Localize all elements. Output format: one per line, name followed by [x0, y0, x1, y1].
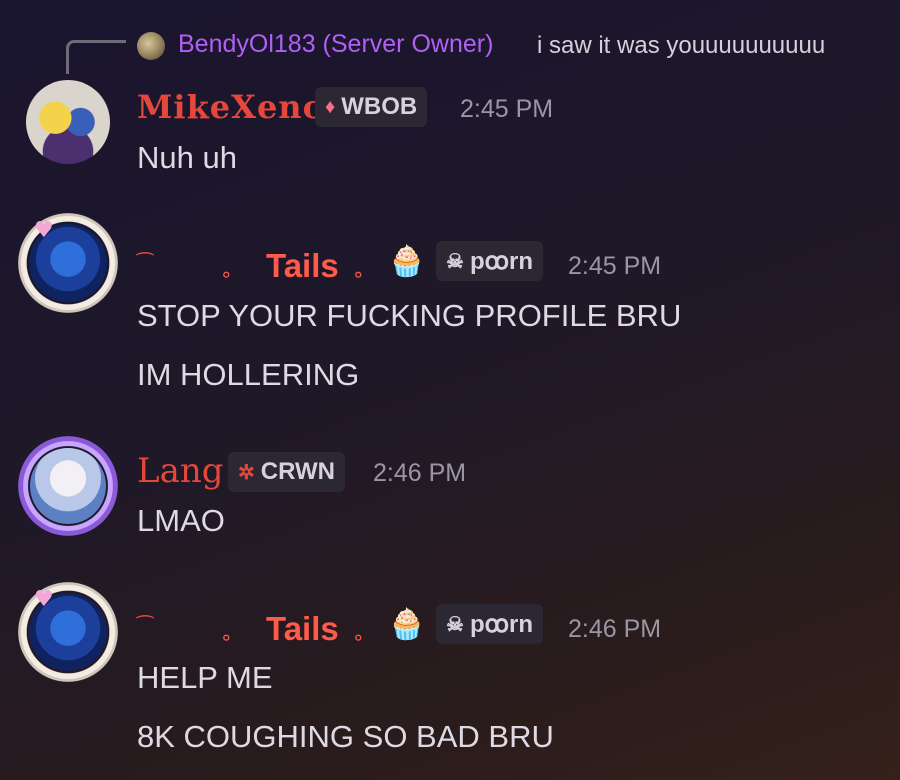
message-text: Nuh uh	[137, 140, 237, 175]
server-tag-porn[interactable]: ☠ pꝏrn	[436, 241, 544, 281]
dot-decoration: ∘	[220, 625, 233, 649]
timestamp[interactable]: 2:46 PM	[373, 459, 466, 488]
reply-author[interactable]: BendyOl183 (Server Owner)	[178, 30, 493, 59]
heart-decoration-icon: ♥	[34, 587, 54, 612]
server-tag-porn[interactable]: ☠ pꝏrn	[436, 604, 544, 644]
username-lang[interactable]: Lang	[137, 451, 224, 491]
timestamp[interactable]: 2:45 PM	[460, 95, 553, 124]
reply-preview-text[interactable]: i saw it was youuuuuuuuuu	[537, 32, 825, 60]
username-mikexeno[interactable]: MikeXeno	[137, 88, 325, 126]
server-tag-label: pꝏrn	[469, 247, 534, 275]
heart-decoration-icon: ♥	[34, 218, 54, 243]
gem-icon: ♦	[325, 95, 336, 118]
username-tails[interactable]: Tails	[266, 247, 339, 285]
skull-icon: ☠	[446, 613, 464, 636]
reply-connector	[66, 40, 126, 74]
dot-decoration: ∘	[220, 262, 233, 286]
username-tails[interactable]: Tails	[266, 610, 339, 648]
server-tag-label: CRWN	[260, 458, 335, 485]
timestamp[interactable]: 2:46 PM	[568, 615, 661, 644]
dot-decoration: ∘	[352, 625, 365, 649]
server-tag-label: pꝏrn	[469, 610, 534, 638]
cupcake-icon: 🧁	[388, 607, 426, 642]
server-tag-wbob[interactable]: ♦ WBOB	[315, 87, 428, 127]
name-prefix-decoration: ⁀	[137, 252, 154, 276]
timestamp[interactable]: 2:45 PM	[568, 252, 661, 281]
server-tag-label: WBOB	[341, 93, 418, 120]
server-tag-crwn[interactable]: ✲ CRWN	[228, 452, 345, 492]
dot-decoration: ∘	[352, 262, 365, 286]
name-prefix-decoration: ⁀	[137, 615, 154, 639]
message-text: LMAO	[137, 503, 225, 538]
cupcake-icon: 🧁	[388, 244, 426, 279]
reply-avatar[interactable]	[137, 32, 165, 60]
avatar-lang[interactable]	[30, 448, 106, 524]
avatar-mikexeno[interactable]	[26, 80, 110, 164]
message-text: STOP YOUR FUCKING PROFILE BRU	[137, 298, 682, 333]
message-text: IM HOLLERING	[137, 357, 360, 392]
skull-icon: ☠	[446, 250, 464, 273]
message-text: HELP ME	[137, 660, 273, 695]
spider-icon: ✲	[238, 461, 255, 484]
message-text: 8K COUGHING SO BAD BRU	[137, 719, 554, 754]
